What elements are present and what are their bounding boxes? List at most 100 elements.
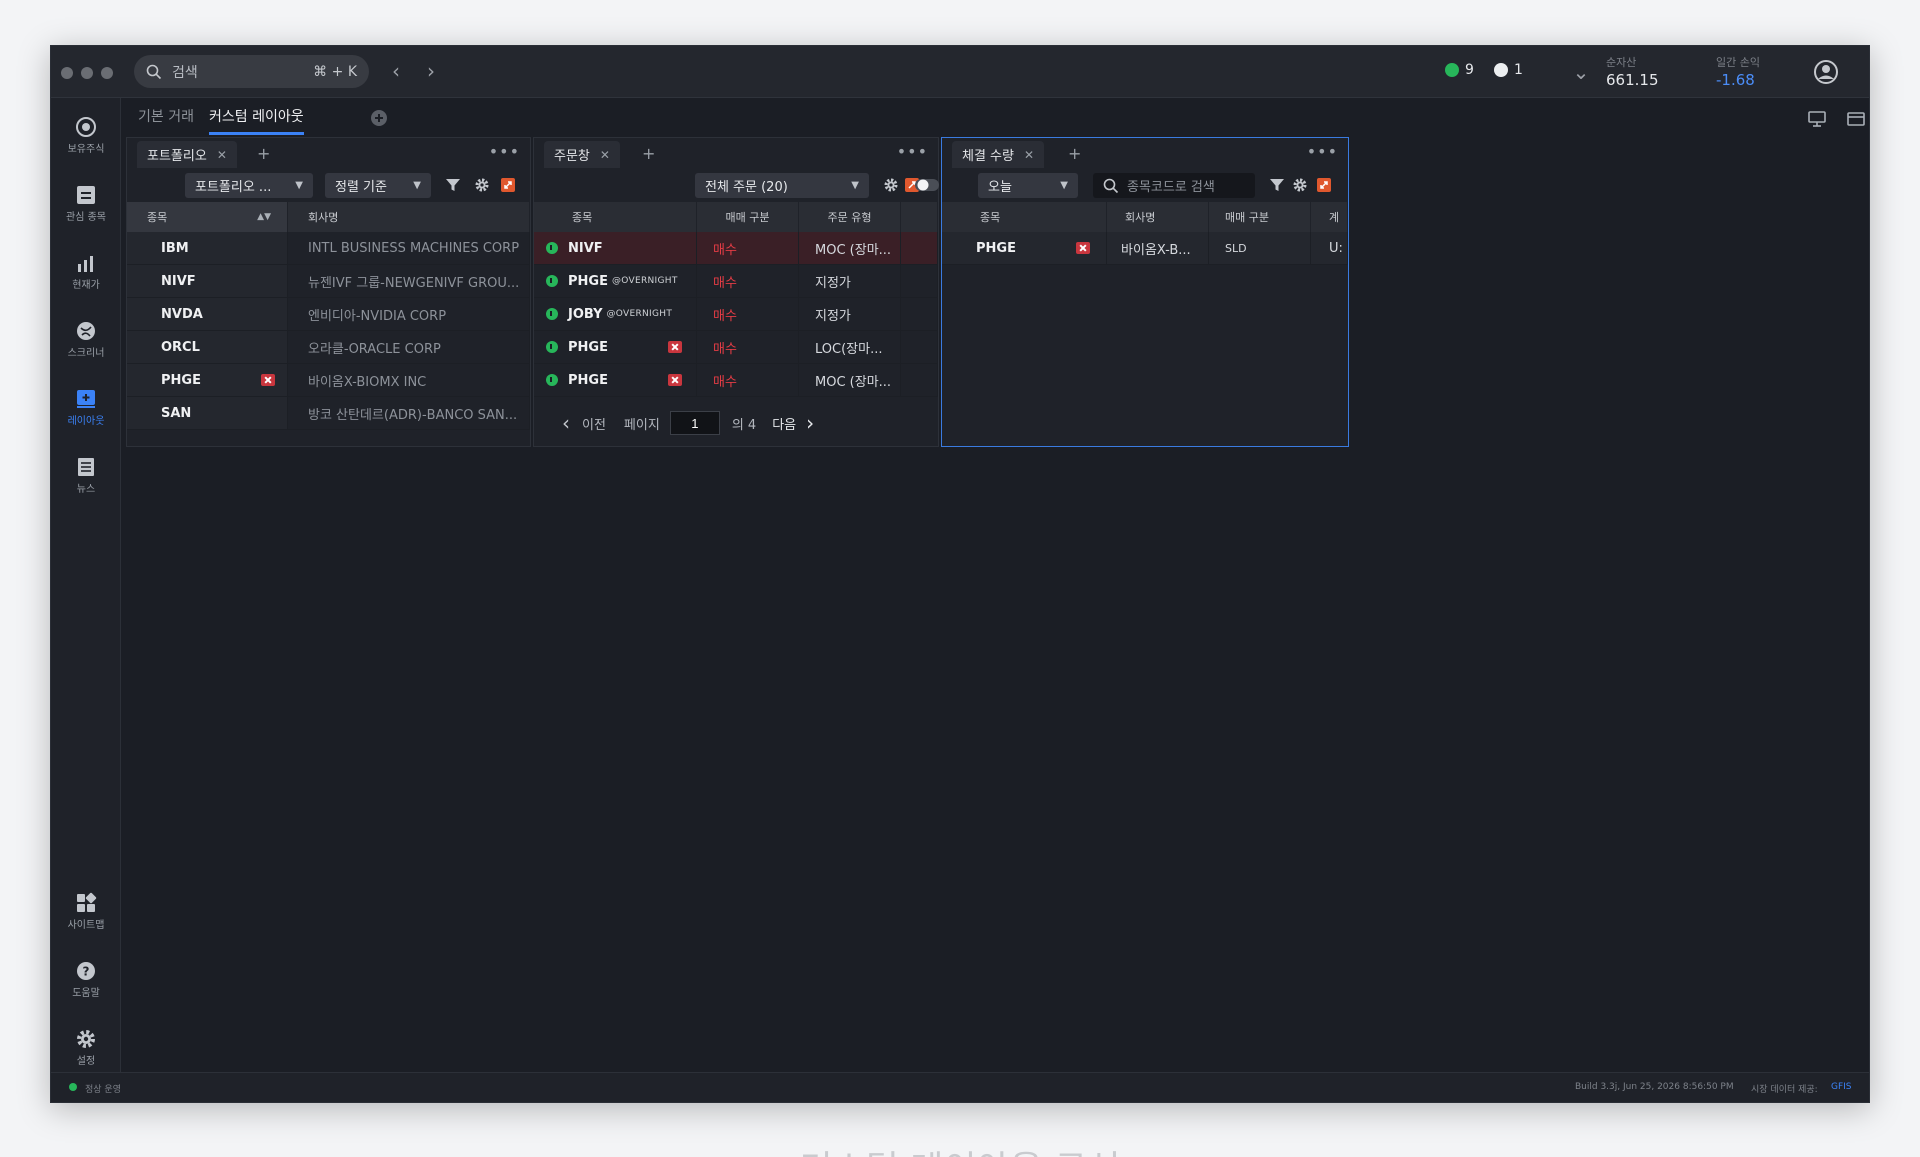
- filter-icon[interactable]: [445, 177, 461, 193]
- sort-icon: ▲▼: [257, 212, 271, 222]
- rail-item-holdings[interactable]: 보유주식: [51, 110, 121, 170]
- chevron-down-icon[interactable]: ⌄: [1569, 60, 1593, 84]
- portfolio-tabs: 포트폴리오 ✕ + •••: [127, 138, 530, 168]
- check-icon: [1494, 63, 1508, 77]
- rail-item-news[interactable]: 뉴스: [51, 450, 121, 510]
- order-filter-select[interactable]: 전체 주문 (20) ▼: [695, 173, 869, 198]
- order-type-cell: MOC (장마...: [799, 232, 901, 264]
- chevron-right-icon[interactable]: ›: [806, 411, 814, 435]
- rail-item-screener[interactable]: 스크리너: [51, 314, 121, 374]
- column-header-order-type[interactable]: 주문 유형: [799, 202, 901, 232]
- symbol-cell: PHGE: [534, 331, 697, 363]
- column-header-side[interactable]: 매매 구분: [1209, 202, 1311, 232]
- rail-item-watchlist[interactable]: 관심 종목: [51, 178, 121, 238]
- company-cell: 오라클-ORACLE CORP: [288, 331, 530, 363]
- tab-fills[interactable]: 체결 수량 ✕: [952, 141, 1045, 168]
- back-arrow-icon[interactable]: ‹: [384, 59, 408, 83]
- tab-basic-trading[interactable]: 기본 거래: [138, 106, 194, 132]
- table-row[interactable]: IBM INTL BUSINESS MACHINES CORP: [127, 232, 530, 265]
- column-header-company[interactable]: 회사명: [288, 202, 530, 232]
- table-row[interactable]: SAN 방코 산탄데르(ADR)-BANCO SAN...: [127, 397, 530, 430]
- column-label: 회사명: [308, 211, 339, 224]
- prev-page-button[interactable]: 이전: [582, 414, 606, 433]
- sort-select[interactable]: 정렬 기준 ▼: [325, 173, 431, 198]
- column-header-company[interactable]: 회사명: [1107, 202, 1209, 232]
- link-icon[interactable]: [500, 177, 516, 193]
- window-close-dot[interactable]: [61, 67, 73, 79]
- table-row[interactable]: NIVF 뉴젠IVF 그룹-NEWGENIVF GROU...: [127, 265, 530, 298]
- panel-more-icon[interactable]: •••: [489, 142, 520, 161]
- column-header-symbol[interactable]: 종목 ▲▼: [127, 202, 288, 232]
- period-select-value: 오늘: [988, 180, 1012, 195]
- build-info: Build 3.3j, Jun 25, 2026 8:56:50 PM: [1575, 1082, 1734, 1092]
- rail-item-price[interactable]: 현재가: [51, 246, 121, 306]
- window-icon[interactable]: [1847, 110, 1865, 128]
- add-layout-icon[interactable]: [370, 109, 388, 127]
- tab-portfolio[interactable]: 포트폴리오 ✕: [137, 141, 237, 168]
- side-cell: 매수: [697, 331, 799, 363]
- status-ok-icon: [69, 1083, 77, 1091]
- table-row[interactable]: PHGE @OVERNIGHT 매수 지정가: [534, 265, 938, 298]
- column-header-account[interactable]: 계: [1311, 202, 1348, 232]
- tab-orders[interactable]: 주문창 ✕: [544, 141, 620, 168]
- window-maximize-dot[interactable]: [101, 67, 113, 79]
- column-label: 종목: [980, 211, 1001, 224]
- symbol-search-input[interactable]: 종목코드로 검색: [1093, 173, 1255, 198]
- table-row[interactable]: PHGE 바이옴X-B... SLD U:: [942, 232, 1348, 265]
- add-tab-icon[interactable]: +: [642, 144, 655, 163]
- gear-icon[interactable]: [883, 177, 899, 193]
- add-tab-icon[interactable]: +: [257, 144, 270, 163]
- rail-item-help[interactable]: ? 도움말: [51, 954, 121, 1014]
- connection-status[interactable]: 9: [1445, 62, 1474, 78]
- table-row[interactable]: PHGE 매수 LOC(장마...: [534, 331, 938, 364]
- rail-label-settings: 설정: [76, 1056, 96, 1067]
- table-row[interactable]: NIVF 매수 MOC (장마...: [534, 232, 938, 265]
- notification-status[interactable]: 1: [1494, 62, 1523, 78]
- filter-icon[interactable]: [1269, 177, 1285, 193]
- order-status-icon: [546, 308, 558, 320]
- side-text: 매수: [713, 308, 737, 324]
- column-label: 종목: [572, 211, 593, 224]
- rail-item-layout[interactable]: 레이아웃: [51, 382, 121, 442]
- symbol-cell: NIVF: [127, 265, 288, 297]
- forward-arrow-icon[interactable]: ›: [419, 59, 443, 83]
- table-row[interactable]: PHGE 바이옴X-BIOMX INC: [127, 364, 530, 397]
- add-tab-icon[interactable]: +: [1068, 144, 1081, 163]
- table-row[interactable]: ORCL 오라클-ORACLE CORP: [127, 331, 530, 364]
- link-icon[interactable]: [1316, 177, 1332, 193]
- gear-icon[interactable]: [1292, 177, 1308, 193]
- column-header-symbol[interactable]: 종목: [942, 202, 1107, 232]
- symbol-text: PHGE: [568, 372, 608, 388]
- avatar[interactable]: [1813, 59, 1839, 85]
- column-header-symbol[interactable]: 종목: [534, 202, 697, 232]
- table-row[interactable]: PHGE 매수 MOC (장마...: [534, 364, 938, 397]
- layout-tab-row: 기본 거래 커스텀 레이아웃 •••: [121, 98, 1869, 140]
- close-icon[interactable]: ✕: [1024, 148, 1034, 162]
- gear-icon[interactable]: [474, 177, 490, 193]
- portfolio-select[interactable]: 포트폴리오 ... ▼: [185, 173, 313, 198]
- global-search[interactable]: 검색 ⌘ + K: [134, 55, 369, 88]
- panel-more-icon[interactable]: •••: [1307, 142, 1338, 161]
- close-icon[interactable]: ✕: [600, 148, 610, 162]
- column-label: 회사명: [1125, 211, 1156, 224]
- monitor-icon[interactable]: [1808, 110, 1826, 128]
- table-row[interactable]: NVDA 엔비디아-NVIDIA CORP: [127, 298, 530, 331]
- tab-custom-layout[interactable]: 커스텀 레이아웃: [209, 106, 304, 135]
- period-select[interactable]: 오늘 ▼: [978, 173, 1078, 198]
- rail-label-price: 현재가: [72, 280, 100, 291]
- next-page-button[interactable]: 다음: [772, 414, 796, 433]
- close-icon[interactable]: ✕: [217, 148, 227, 162]
- column-header-side[interactable]: 매매 구분: [697, 202, 799, 232]
- app-window: 검색 ⌘ + K ‹ › 9 1 ⌄ 순자산 661.15 일간 손익 -1.6…: [50, 45, 1870, 1103]
- column-label: 주문 유형: [827, 211, 872, 224]
- rail-item-sitemap[interactable]: 사이트맵: [51, 886, 121, 946]
- chevron-left-icon[interactable]: ‹: [562, 411, 570, 435]
- page-input[interactable]: [669, 411, 720, 435]
- search-icon: [1103, 178, 1119, 193]
- order-status-icon: [546, 341, 558, 353]
- panel-more-icon[interactable]: •••: [897, 142, 928, 161]
- data-provider-link[interactable]: GFIS: [1831, 1082, 1852, 1092]
- window-minimize-dot[interactable]: [81, 67, 93, 79]
- link-toggle[interactable]: [905, 177, 941, 193]
- table-row[interactable]: JOBY @OVERNIGHT 매수 지정가: [534, 298, 938, 331]
